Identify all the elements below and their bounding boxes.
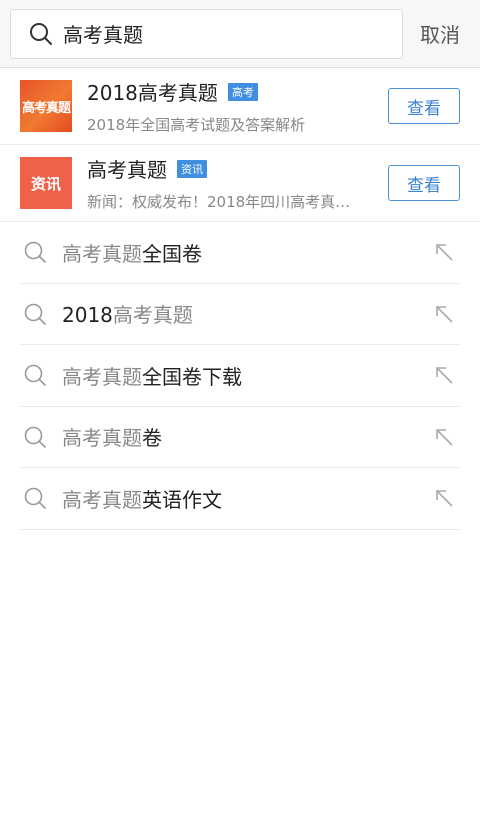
search-icon bbox=[24, 487, 46, 510]
suggestion-item[interactable]: 高考真题卷 bbox=[20, 407, 460, 468]
suggestion-item[interactable]: 2018高考真题 bbox=[20, 284, 460, 345]
search-icon bbox=[24, 303, 46, 325]
result-title: 高考真题 bbox=[87, 158, 167, 182]
search-icon bbox=[24, 241, 46, 264]
suggestion-item[interactable]: 高考真题全国卷 bbox=[20, 222, 460, 284]
view-button[interactable]: 查看 bbox=[388, 88, 460, 124]
suggestion-completion: 全国卷 bbox=[142, 241, 202, 266]
search-header: 取消 bbox=[0, 0, 480, 68]
result-subtitle: 新闻：权威发布！2018年四川高考真… bbox=[87, 193, 351, 211]
arrow-up-left-icon[interactable] bbox=[434, 365, 454, 385]
result-title: 2018高考真题 bbox=[87, 81, 218, 105]
suggestion-item[interactable]: 高考真题英语作文 bbox=[20, 468, 460, 530]
suggestion-query: 高考真题 bbox=[62, 364, 142, 389]
suggestion-list: 高考真题全国卷 2018高考真题 高考真题全国卷下载 高考真题卷 高考真题英语作… bbox=[0, 222, 480, 530]
category-badge: 资讯 bbox=[177, 159, 207, 178]
suggestion-completion: 英语作文 bbox=[142, 487, 222, 512]
suggestion-query: 高考真题 bbox=[62, 241, 142, 266]
result-thumbnail: 资讯 bbox=[20, 157, 72, 209]
suggestion-completion: 卷 bbox=[142, 426, 162, 451]
arrow-up-left-icon[interactable] bbox=[434, 304, 454, 324]
suggestion-completion: 全国卷下载 bbox=[142, 364, 242, 389]
search-input[interactable] bbox=[63, 21, 363, 46]
search-icon bbox=[24, 426, 46, 448]
suggestion-query: 高考真题 bbox=[112, 303, 193, 328]
suggestion-item[interactable]: 高考真题全国卷下载 bbox=[20, 345, 460, 407]
suggestion-query: 高考真题 bbox=[62, 487, 142, 512]
search-icon bbox=[24, 364, 46, 387]
suggestion-completion: 2018 bbox=[62, 303, 113, 328]
search-box[interactable] bbox=[10, 8, 403, 59]
arrow-up-left-icon[interactable] bbox=[434, 242, 454, 262]
result-card[interactable]: 高考真题 2018高考真题 高考 2018年全国高考试题及答案解析 查看 bbox=[0, 68, 480, 145]
arrow-up-left-icon[interactable] bbox=[434, 427, 454, 447]
suggestion-query: 高考真题 bbox=[62, 426, 142, 451]
category-badge: 高考 bbox=[227, 82, 258, 101]
result-card[interactable]: 资讯 高考真题 资讯 新闻：权威发布！2018年四川高考真… 查看 bbox=[0, 145, 480, 222]
arrow-up-left-icon[interactable] bbox=[434, 488, 454, 508]
cancel-button[interactable]: 取消 bbox=[420, 19, 460, 48]
search-icon bbox=[30, 22, 52, 45]
view-button[interactable]: 查看 bbox=[388, 165, 460, 201]
result-subtitle: 2018年全国高考试题及答案解析 bbox=[87, 116, 306, 134]
result-thumbnail: 高考真题 bbox=[20, 80, 72, 132]
